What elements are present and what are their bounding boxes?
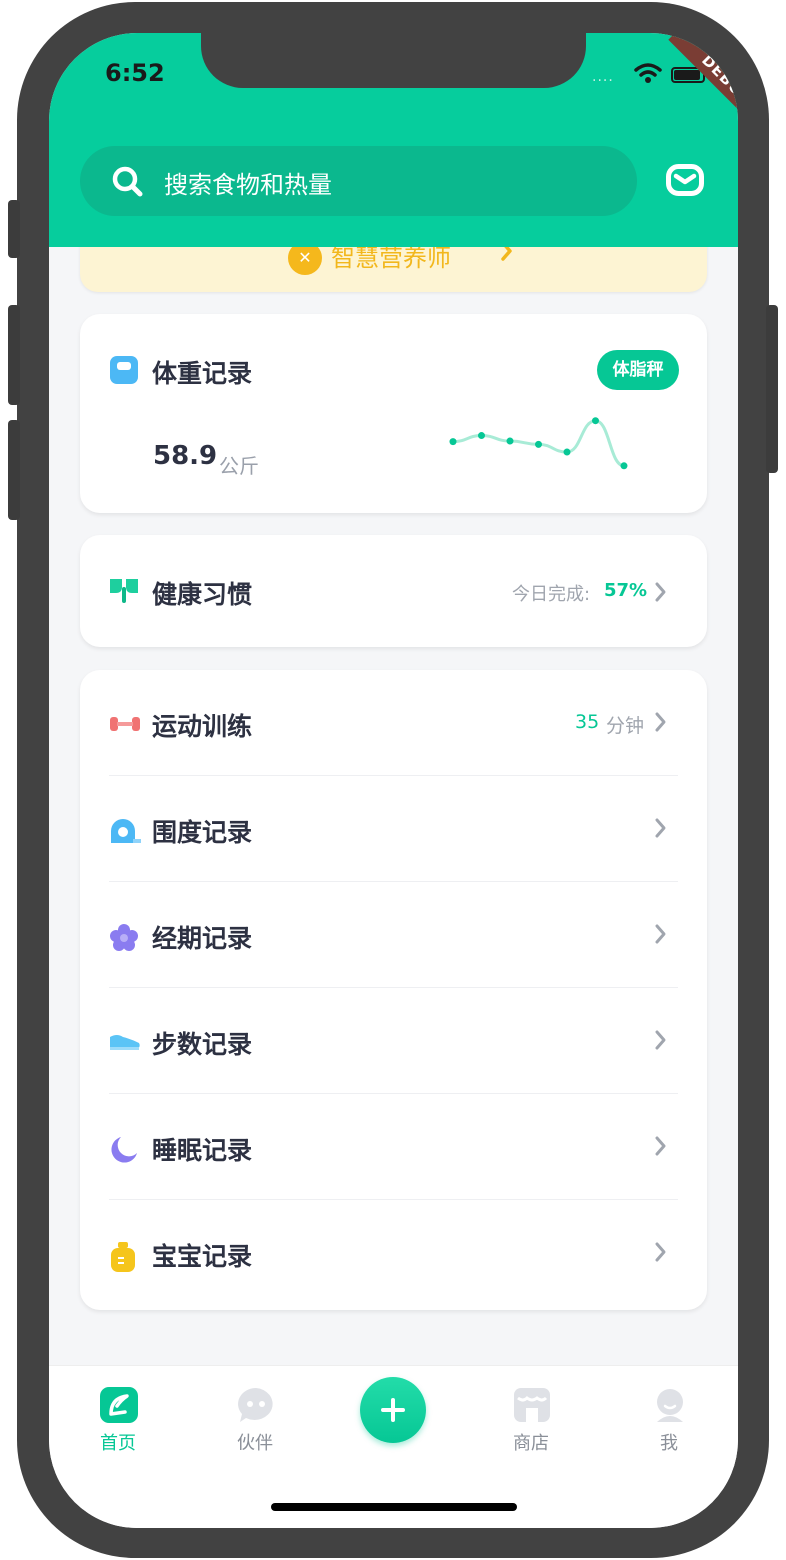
chevron-right-icon bbox=[655, 1242, 666, 1262]
sparkline-point bbox=[620, 462, 628, 470]
list-item-label: 运动训练 bbox=[152, 712, 253, 741]
bottom-tab-bar: 首页 伙伴 商店 我 bbox=[49, 1365, 738, 1528]
status-time: 6:52 bbox=[105, 59, 165, 87]
chevron-right-icon bbox=[655, 1030, 666, 1050]
list-item-circumference[interactable]: 围度记录 bbox=[80, 776, 707, 882]
volume-up-button bbox=[8, 305, 20, 405]
list-item-sleep[interactable]: 睡眠记录 bbox=[80, 1094, 707, 1200]
app-header: 6:52 .... DEBUG 搜索食物和热量 bbox=[49, 33, 738, 247]
mail-icon[interactable] bbox=[666, 164, 704, 196]
chevron-right-icon bbox=[655, 924, 666, 944]
baby-bottle-icon bbox=[111, 1242, 135, 1272]
weight-record-card[interactable]: 体重记录 体脂秤 58.9 公斤 bbox=[80, 314, 707, 513]
mute-switch bbox=[8, 200, 20, 258]
user-avatar-icon bbox=[657, 1389, 683, 1422]
wifi-icon bbox=[634, 63, 662, 83]
healthy-habits-card[interactable]: 健康习惯 今日完成: 57% bbox=[80, 535, 707, 647]
list-item-period[interactable]: 经期记录 bbox=[80, 882, 707, 988]
tab-home[interactable]: 首页 bbox=[78, 1386, 158, 1456]
list-item-label: 经期记录 bbox=[152, 924, 253, 953]
exercise-minutes-value: 35 bbox=[575, 711, 600, 733]
dumbbell-icon bbox=[110, 717, 140, 731]
sparkline-point bbox=[592, 417, 599, 425]
list-item-label: 睡眠记录 bbox=[152, 1136, 253, 1165]
tape-measure-icon bbox=[111, 819, 141, 843]
list-item-exercise[interactable]: 运动训练 35 分钟 bbox=[80, 670, 707, 776]
habit-card-title: 健康习惯 bbox=[152, 580, 253, 609]
sprout-icon bbox=[110, 579, 138, 603]
app-screen: ✕ 智慧营养师 体重记录 体脂秤 58.9 公斤 健康习惯 今日完成: 57% … bbox=[49, 33, 738, 1528]
habit-progress-label: 今日完成: bbox=[512, 584, 591, 605]
list-item-label: 围度记录 bbox=[152, 818, 253, 847]
store-icon bbox=[514, 1388, 550, 1422]
chevron-right-icon bbox=[655, 582, 666, 602]
weight-trend-sparkline bbox=[449, 417, 628, 470]
chevron-right-icon bbox=[655, 1136, 666, 1156]
chevron-right-icon bbox=[655, 712, 666, 732]
sparkline-point bbox=[449, 438, 457, 446]
add-record-button[interactable] bbox=[360, 1377, 426, 1443]
tab-home-label: 首页 bbox=[100, 1433, 136, 1454]
tab-shop-label: 商店 bbox=[513, 1433, 549, 1454]
device-notch bbox=[201, 33, 586, 88]
tab-partner[interactable]: 伙伴 bbox=[215, 1386, 295, 1456]
volume-down-button bbox=[8, 420, 20, 520]
records-list-card: 运动训练 35 分钟 围度记录 经期记录 步数记录 睡眠记录 宝宝记录 bbox=[80, 670, 707, 1310]
list-item-label: 步数记录 bbox=[152, 1030, 253, 1059]
moon-icon bbox=[111, 1137, 137, 1163]
chevron-right-icon bbox=[655, 818, 666, 838]
leaf-icon bbox=[100, 1387, 138, 1423]
tab-shop[interactable]: 商店 bbox=[491, 1386, 571, 1456]
list-item-steps[interactable]: 步数记录 bbox=[80, 988, 707, 1094]
search-input[interactable]: 搜索食物和热量 bbox=[80, 146, 637, 216]
tab-partner-label: 伙伴 bbox=[237, 1433, 273, 1454]
tab-me[interactable]: 我 bbox=[629, 1386, 709, 1456]
debug-ribbon: DEBUG bbox=[668, 33, 738, 139]
sparkline-point bbox=[478, 432, 485, 440]
signal-icon: .... bbox=[592, 69, 614, 85]
shoe-icon bbox=[110, 1035, 140, 1050]
chat-bubble-icon bbox=[238, 1388, 273, 1422]
list-item-label: 宝宝记录 bbox=[152, 1242, 253, 1271]
home-indicator bbox=[271, 1503, 517, 1511]
search-icon bbox=[112, 166, 143, 197]
tab-me-label: 我 bbox=[660, 1433, 678, 1454]
power-button bbox=[766, 305, 778, 473]
exercise-minutes-unit: 分钟 bbox=[606, 715, 645, 737]
list-item-baby[interactable]: 宝宝记录 bbox=[80, 1200, 707, 1306]
sparkline-point bbox=[535, 440, 542, 448]
plus-icon bbox=[381, 1398, 405, 1422]
habit-progress-value: 57% bbox=[604, 580, 648, 601]
sparkline-point bbox=[563, 448, 571, 456]
sparkline-point bbox=[506, 437, 514, 445]
search-placeholder: 搜索食物和热量 bbox=[164, 171, 332, 199]
flower-icon bbox=[110, 924, 138, 951]
